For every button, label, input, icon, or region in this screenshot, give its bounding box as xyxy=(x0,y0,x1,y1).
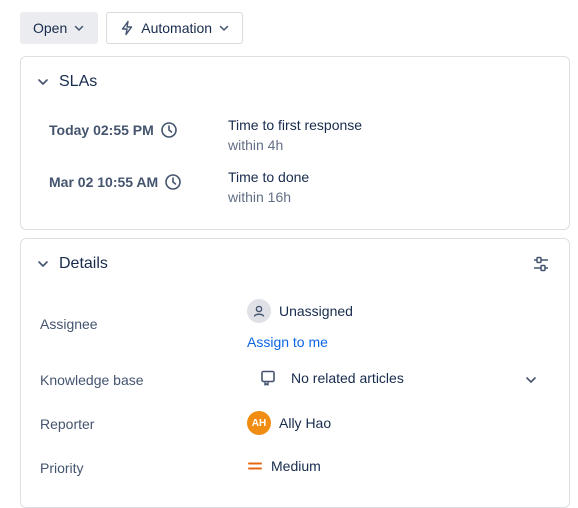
status-dropdown-button[interactable]: Open xyxy=(20,12,99,44)
avatar: AH xyxy=(247,411,271,435)
chevron-down-icon xyxy=(75,25,84,31)
reporter-value: Ally Hao xyxy=(279,415,332,431)
knowledge-base-label: Knowledge base xyxy=(40,372,144,388)
details-panel-header[interactable]: Details xyxy=(21,239,569,289)
chevron-down-icon[interactable] xyxy=(523,372,539,388)
chevron-down-icon[interactable] xyxy=(35,74,51,90)
reporter-field[interactable]: AH Ally Hao xyxy=(247,411,331,435)
sla-goal-label: Time to done xyxy=(228,169,310,185)
chevron-down-icon[interactable] xyxy=(35,256,51,272)
priority-value: Medium xyxy=(271,458,321,474)
user-icon xyxy=(253,305,265,317)
details-panel: Details Assignee Unassigned Assign to me… xyxy=(20,238,570,508)
sla-panel-title: SLAs xyxy=(59,73,98,90)
configure-fields-icon[interactable] xyxy=(531,254,551,274)
sla-goal-label: Time to first response xyxy=(228,117,363,133)
details-panel-title: Details xyxy=(59,255,108,272)
sla-goal-target: within 16h xyxy=(228,189,292,205)
assignee-value: Unassigned xyxy=(279,303,353,319)
lightning-icon xyxy=(122,20,133,36)
assignee-label: Assignee xyxy=(40,316,98,332)
priority-label: Priority xyxy=(40,460,84,476)
sla-panel: SLAs Today 02:55 PM Time to first respon… xyxy=(20,56,570,230)
sla-goal-target: within 4h xyxy=(228,137,284,153)
chevron-down-icon xyxy=(219,25,229,31)
knowledge-base-field[interactable]: No related articles xyxy=(247,369,404,387)
reporter-label: Reporter xyxy=(40,416,95,432)
sla-due-date: Mar 02 10:55 AM xyxy=(49,173,182,191)
clock-icon xyxy=(160,122,177,138)
sla-due-date: Today 02:55 PM xyxy=(49,121,178,139)
status-label: Open xyxy=(33,20,68,36)
priority-field[interactable]: Medium xyxy=(247,458,321,474)
knowledge-base-value: No related articles xyxy=(291,370,404,386)
sla-panel-header[interactable]: SLAs xyxy=(21,57,569,107)
avatar xyxy=(247,299,271,323)
automation-label: Automation xyxy=(141,20,213,36)
toolbar: Open Automation xyxy=(20,12,244,44)
sla-due-date-text: Mar 02 10:55 AM xyxy=(49,174,159,190)
sla-item: Mar 02 10:55 AM Time to done within 16h xyxy=(21,167,569,211)
assignee-field[interactable]: Unassigned xyxy=(247,299,353,323)
sla-due-date-text: Today 02:55 PM xyxy=(49,122,154,138)
clock-icon xyxy=(165,174,182,190)
sla-goal: Time to first response within 4h xyxy=(228,115,362,155)
priority-medium-icon xyxy=(248,462,262,470)
book-icon xyxy=(261,370,275,386)
sla-goal: Time to done within 16h xyxy=(228,167,309,207)
automation-dropdown-button[interactable]: Automation xyxy=(106,12,244,44)
assign-to-me-link[interactable]: Assign to me xyxy=(247,334,328,350)
sla-item: Today 02:55 PM Time to first response wi… xyxy=(21,115,569,159)
